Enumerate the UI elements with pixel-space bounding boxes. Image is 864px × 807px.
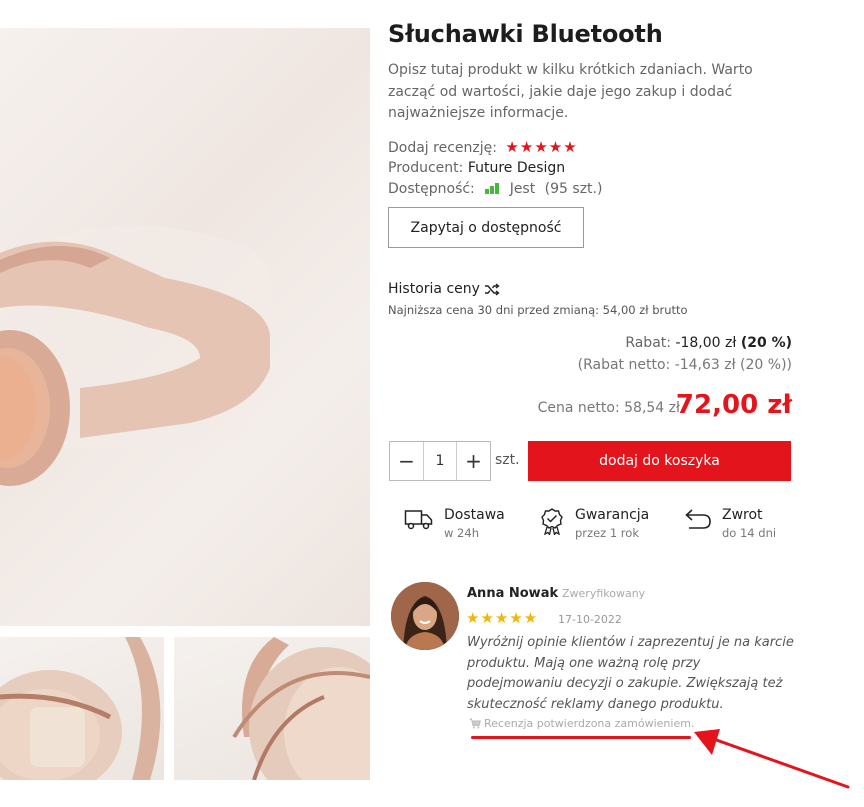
feature-delivery-sub: w 24h <box>444 526 479 540</box>
quantity-unit: szt. <box>495 452 520 468</box>
verified-badge: Zweryfikowany <box>562 587 646 600</box>
truck-icon <box>404 510 433 530</box>
discount-row: Rabat: -18,00 zł (20 %) <box>625 335 792 351</box>
review-date: 17-10-2022 <box>558 613 622 626</box>
discount-label: Rabat: <box>625 335 671 351</box>
cart-icon <box>469 718 481 729</box>
feature-warranty: Gwarancja przez 1 rok <box>539 507 649 540</box>
quantity-stepper: − 1 + <box>389 441 491 481</box>
price-history-title: Historia ceny <box>388 281 480 297</box>
award-icon <box>541 508 563 535</box>
annotation-arrow-icon <box>694 729 850 789</box>
availability-count: (95 szt.) <box>544 181 603 197</box>
ask-availability-button[interactable]: Zapytaj o dostępność <box>388 207 584 248</box>
availability-value: Jest <box>509 181 536 197</box>
discount-percent: (20 %) <box>740 335 792 351</box>
feature-warranty-sub: przez 1 rok <box>575 526 639 540</box>
discount-net: (Rabat netto: -14,63 zł (20 %)) <box>577 357 792 373</box>
review-rating-stars: ★★★★★ <box>466 609 539 627</box>
discount-amount: -18,00 zł <box>675 335 737 351</box>
product-thumbnail-2[interactable] <box>174 637 370 780</box>
availability-row: Dostępność: Jest (95 szt.) <box>388 181 602 197</box>
return-icon <box>685 509 711 529</box>
review-text: Wyróżnij opinie klientów i zaprezentuj j… <box>467 635 794 712</box>
net-price: Cena netto: 58,54 zł <box>537 400 680 416</box>
quantity-decrease-button[interactable]: − <box>390 442 423 480</box>
shuffle-icon <box>484 282 500 296</box>
review-confirmation-text: Recenzja potwierdzona zamówieniem. <box>484 717 695 730</box>
feature-return-title: Zwrot <box>722 507 763 523</box>
quantity-input[interactable]: 1 <box>423 442 457 480</box>
feature-delivery: Dostawa w 24h <box>404 507 505 540</box>
reviewer-avatar <box>391 582 459 650</box>
review-confirmation: Recenzja potwierdzona zamówieniem. <box>469 717 694 730</box>
feature-return-sub: do 14 dni <box>722 526 777 540</box>
price-history-toggle[interactable]: Historia ceny <box>388 281 500 297</box>
product-description: Opisz tutaj produkt w kilku krótkich zda… <box>388 62 753 121</box>
add-review-stars[interactable]: ★★★★★ <box>505 138 577 156</box>
add-review-label: Dodaj recenzję: <box>388 140 497 156</box>
availability-bars-icon <box>485 182 500 194</box>
producer-link[interactable]: Future Design <box>468 160 565 176</box>
availability-label: Dostępność: <box>388 181 475 197</box>
feature-warranty-title: Gwarancja <box>575 507 650 523</box>
producer-row: Producent: Future Design <box>388 160 565 176</box>
feature-return: Zwrot do 14 dni <box>684 507 776 540</box>
lowest-price-note: Najniższa cena 30 dni przed zmianą: 54,0… <box>388 303 688 317</box>
annotation-underline <box>471 736 691 739</box>
reviewer-name: Anna Nowak <box>467 586 559 601</box>
product-title: Słuchawki Bluetooth <box>388 20 663 48</box>
quantity-increase-button[interactable]: + <box>457 442 490 480</box>
gross-price: 72,00 zł <box>675 390 792 420</box>
producer-label: Producent: <box>388 160 464 176</box>
add-review-row: Dodaj recenzję: ★★★★★ <box>388 138 578 156</box>
product-main-image[interactable] <box>0 28 370 626</box>
add-to-cart-button[interactable]: dodaj do koszyka <box>528 441 791 481</box>
product-thumbnail-1[interactable] <box>0 637 164 780</box>
feature-delivery-title: Dostawa <box>444 507 505 523</box>
